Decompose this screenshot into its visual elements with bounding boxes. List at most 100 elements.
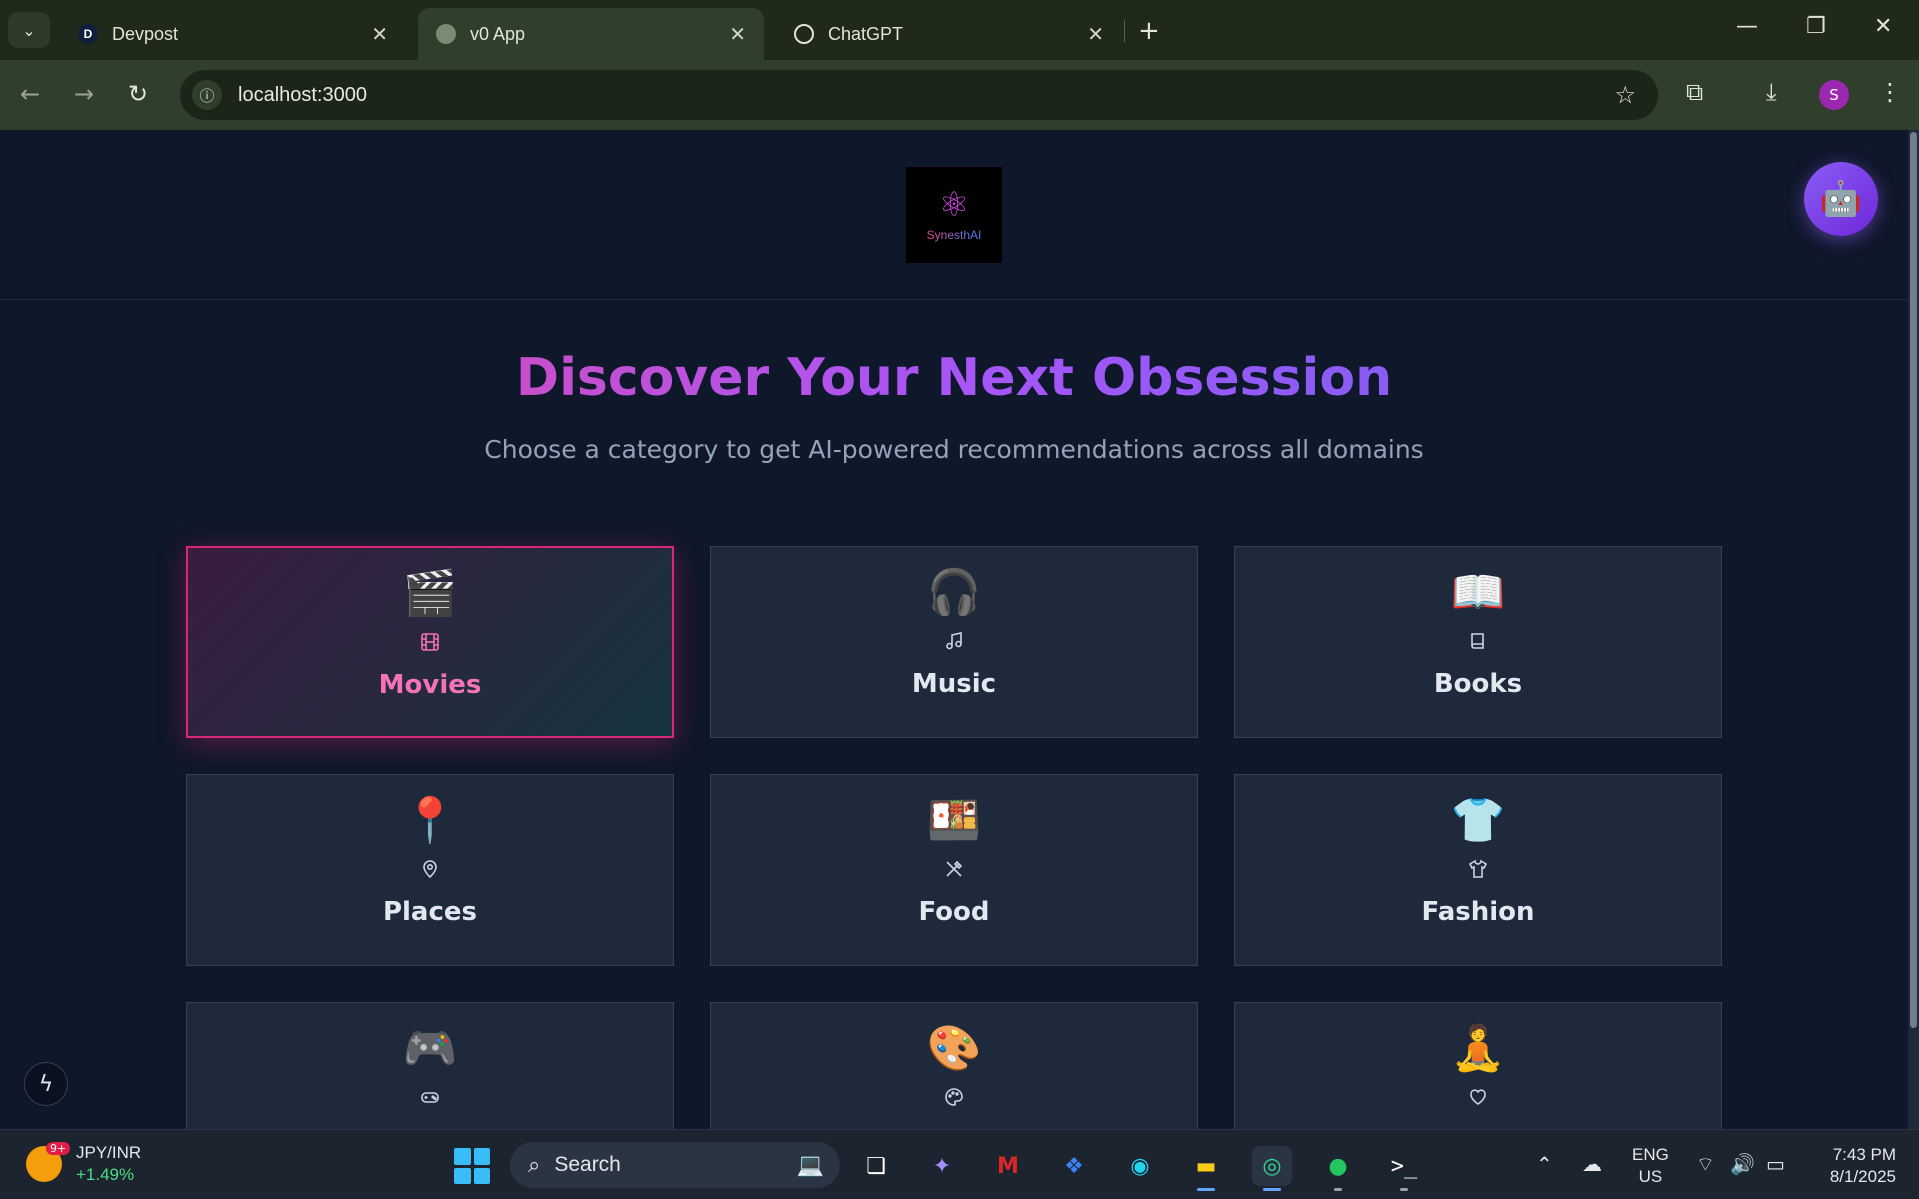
task-view-button[interactable]: ❏ [856, 1146, 896, 1186]
reload-button[interactable]: ↻ [128, 80, 148, 108]
edge-icon: ◉ [1130, 1153, 1150, 1179]
category-card-food[interactable]: 🍱 Food [710, 774, 1198, 966]
category-card-music[interactable]: 🎧 Music [710, 546, 1198, 738]
category-card-places[interactable]: 📍 Places [186, 774, 674, 966]
wifi-icon[interactable]: ⌔ [1696, 1152, 1715, 1177]
page-title: Discover Your Next Obsession [0, 348, 1908, 408]
start-button[interactable] [454, 1148, 490, 1184]
task-view-icon: ❏ [866, 1153, 886, 1179]
back-button[interactable]: ← [20, 80, 40, 108]
site-info-icon[interactable]: ⓘ [192, 80, 222, 110]
category-card-fashion[interactable]: 👕 Fashion [1234, 774, 1722, 966]
headphones-icon: 🎧 [926, 567, 982, 618]
search-placeholder: Search [554, 1153, 621, 1176]
show-hidden-icons-button[interactable]: ⌃ [1536, 1152, 1553, 1176]
menu-button[interactable]: ⋮ [1878, 78, 1902, 106]
spotify-icon: ● [1328, 1153, 1348, 1179]
dropbox-icon: ❖ [1064, 1153, 1084, 1179]
logo-text: SynesthAI [926, 228, 982, 242]
tab-title: ChatGPT [828, 23, 904, 44]
spotify-button[interactable]: ● [1318, 1146, 1358, 1186]
forward-button[interactable]: → [74, 80, 94, 108]
arrow-right-icon: → [74, 80, 95, 108]
close-window-button[interactable]: ✕ [1874, 14, 1892, 39]
game-controller-icon: 🎮 [402, 1023, 458, 1074]
extensions-button[interactable]: ⧉ [1686, 78, 1703, 106]
minimize-button[interactable]: — [1736, 14, 1758, 39]
close-icon[interactable]: ✕ [729, 22, 746, 47]
openai-icon [794, 24, 814, 44]
tab-devpost[interactable]: D Devpost ✕ [60, 8, 406, 60]
chrome-button[interactable]: ◎ [1252, 1146, 1292, 1186]
page-scrollbar[interactable] [1908, 130, 1919, 1129]
mcafee-icon: M [997, 1153, 1019, 1179]
widget-title: JPY/INR [76, 1143, 142, 1162]
clock-date: 8/1/2025 [1829, 1167, 1896, 1186]
scrollbar-thumb[interactable] [1910, 132, 1917, 1028]
tab-search-button[interactable]: ⌄ [8, 12, 50, 48]
page-subtitle: Choose a category to get AI-powered reco… [484, 435, 1424, 464]
brain-icon: ⚛ [938, 185, 970, 225]
terminal-icon: >_ [1390, 1153, 1418, 1179]
heart-icon [1466, 1085, 1490, 1109]
downloads-button[interactable]: ⤓ [1766, 78, 1777, 106]
onedrive-button[interactable]: ☁ [1582, 1152, 1602, 1176]
notification-badge: 9+ [46, 1142, 71, 1155]
category-card-books[interactable]: 📖 Books [1234, 546, 1722, 738]
running-indicator [1400, 1188, 1408, 1191]
category-label: Fashion [1421, 897, 1535, 927]
battery-icon[interactable]: ▭ [1766, 1152, 1785, 1176]
utensils-icon [942, 857, 966, 881]
minimize-icon: — [1736, 14, 1758, 39]
chrome-icon: ◎ [1262, 1153, 1282, 1179]
chevron-down-icon: ⌄ [22, 20, 36, 40]
stocks-widget[interactable]: 9+ JPY/INR +1.49% [26, 1142, 141, 1186]
meditation-icon: 🧘 [1450, 1023, 1506, 1074]
file-explorer-button[interactable]: ▬ [1186, 1146, 1226, 1186]
edge-button[interactable]: ◉ [1120, 1146, 1160, 1186]
region-code: US [1638, 1167, 1663, 1186]
category-card-movies[interactable]: 🎬 Movies [186, 546, 674, 738]
close-icon[interactable]: ✕ [1087, 22, 1104, 47]
widget-delta: +1.49% [76, 1165, 135, 1184]
category-card-games[interactable]: 🎮 [186, 1002, 674, 1129]
plus-icon: + [1138, 16, 1160, 46]
folder-icon: ▬ [1195, 1153, 1217, 1179]
copilot-button[interactable]: ✦ [922, 1146, 962, 1186]
tab-v0-app[interactable]: v0 App ✕ [418, 8, 764, 60]
map-pin-icon [418, 857, 442, 881]
language-code: ENG [1632, 1145, 1669, 1164]
browser-tab-bar: ⌄ D Devpost ✕ v0 App ✕ ChatGPT ✕ + — ❐ ✕ [0, 0, 1919, 60]
mcafee-button[interactable]: M [988, 1146, 1028, 1186]
system-clock[interactable]: 7:43 PM 8/1/2025 [1810, 1144, 1896, 1188]
url-text: localhost:3000 [238, 83, 367, 106]
category-card-art[interactable]: 🎨 [710, 1002, 1198, 1129]
chatbot-button[interactable]: 🤖 [1804, 162, 1878, 236]
address-bar[interactable]: ⓘ localhost:3000 ☆ [180, 70, 1658, 120]
input-language[interactable]: ENG US [1632, 1144, 1669, 1188]
shirt-icon [1466, 857, 1490, 881]
category-label: Music [911, 669, 997, 699]
gamepad-icon [418, 1085, 442, 1109]
category-card-wellness[interactable]: 🧘 [1234, 1002, 1722, 1129]
profile-avatar[interactable]: S [1819, 80, 1849, 110]
close-icon[interactable]: ✕ [371, 22, 388, 47]
app-logo[interactable]: ⚛ SynesthAI [906, 167, 1002, 263]
dropbox-button[interactable]: ❖ [1054, 1146, 1094, 1186]
new-tab-button[interactable]: + [1138, 16, 1160, 46]
film-icon [418, 630, 442, 654]
volume-icon[interactable]: 🔊 [1730, 1152, 1755, 1176]
tab-title: Devpost [112, 23, 179, 44]
tshirt-icon: 👕 [1450, 795, 1506, 846]
browser-toolbar: ← → ↻ ⓘ localhost:3000 ☆ ⧉ ⤓ ⋮ [0, 60, 1919, 130]
restore-button[interactable]: ❐ [1806, 14, 1826, 39]
bookmark-star-icon[interactable]: ☆ [1614, 81, 1636, 109]
tab-chatgpt[interactable]: ChatGPT ✕ [776, 8, 1122, 60]
dev-tools-button[interactable]: ϟ [24, 1062, 68, 1106]
taskbar-search[interactable]: ⌕ Search 💻 [510, 1142, 840, 1188]
app-page: ⚛ SynesthAI 🤖 Discover Your Next Obsessi… [0, 130, 1908, 1129]
terminal-button[interactable]: >_ [1384, 1146, 1424, 1186]
palette-icon [942, 1085, 966, 1109]
search-icon: ⌕ [528, 1152, 541, 1177]
running-indicator [1197, 1188, 1215, 1191]
